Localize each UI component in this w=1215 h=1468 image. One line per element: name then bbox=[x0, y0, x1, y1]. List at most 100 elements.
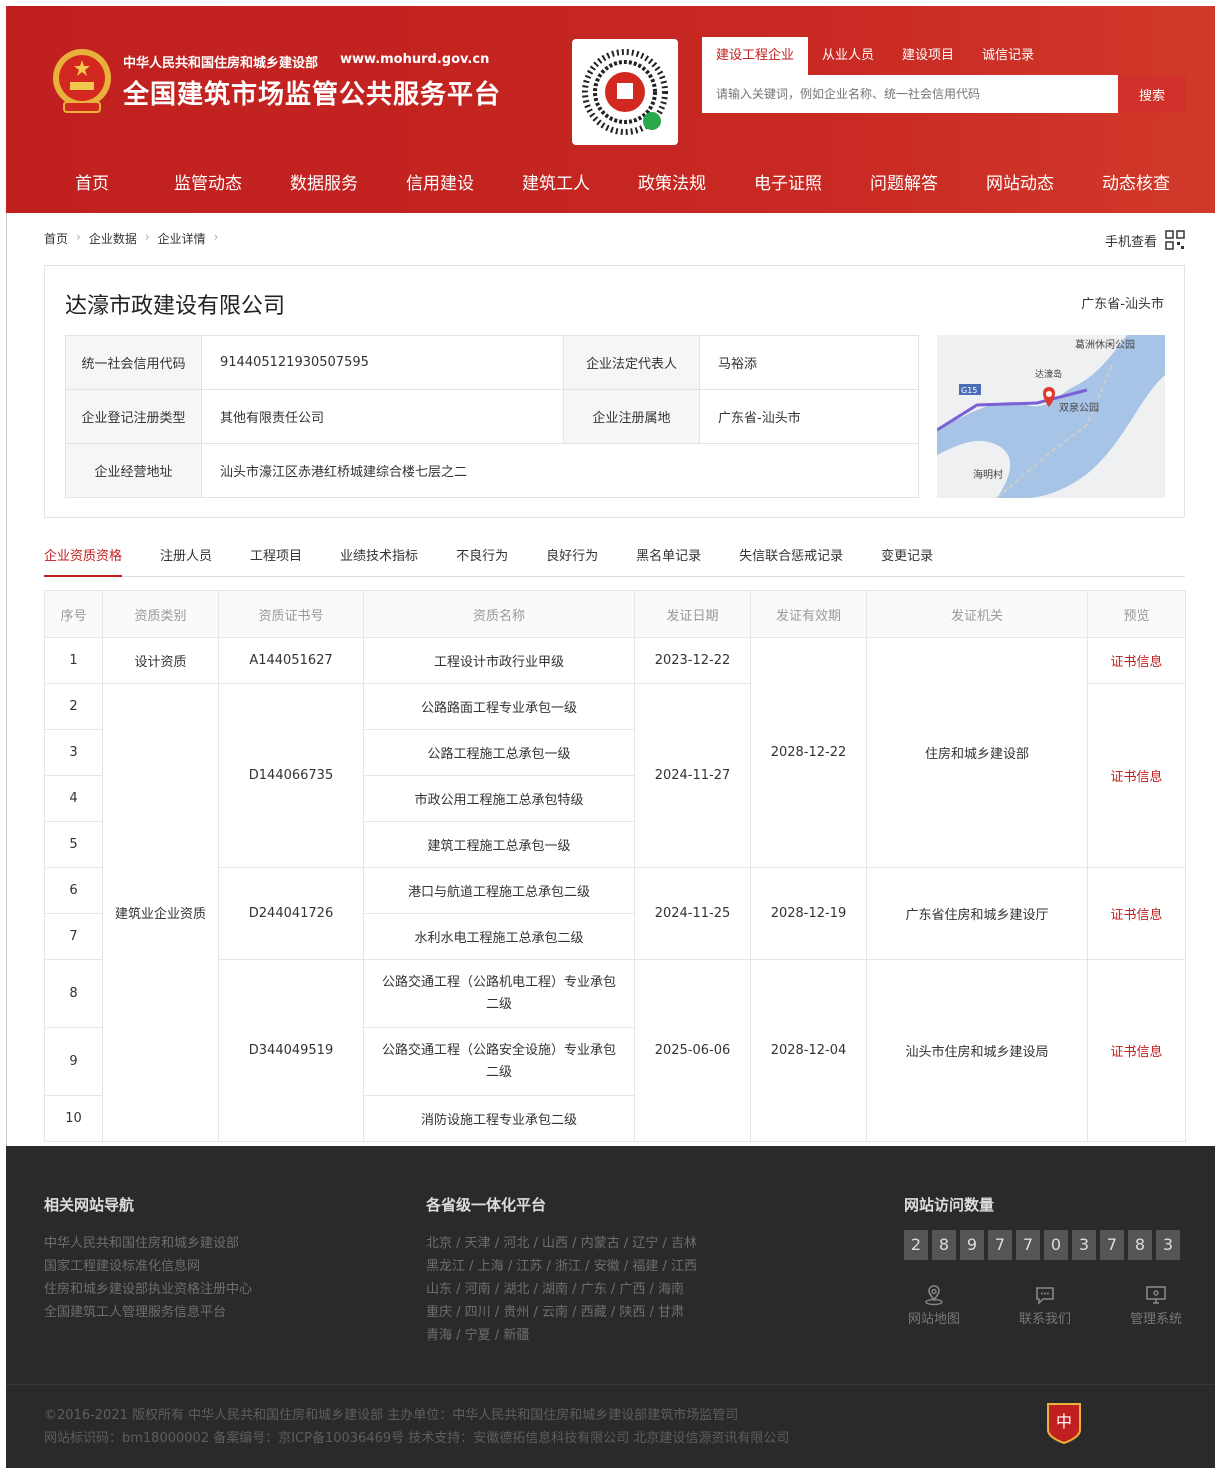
province-link[interactable]: 黑龙江 bbox=[426, 1259, 465, 1274]
province-link[interactable]: 海南 bbox=[658, 1282, 684, 1297]
footer-link[interactable]: 全国建筑工人管理服务信息平台 bbox=[44, 1301, 252, 1324]
qual-name: 公路路面工程专业承包一级 bbox=[363, 683, 635, 730]
province-link[interactable]: 浙江 bbox=[555, 1259, 581, 1274]
province-link[interactable]: 陕西 bbox=[619, 1305, 645, 1320]
col-index: 序号 bbox=[44, 590, 103, 638]
province-link[interactable]: 河北 bbox=[503, 1236, 529, 1251]
nav-e-license[interactable]: 电子证照 bbox=[730, 160, 846, 208]
cert-info-link[interactable]: 证书信息 bbox=[1087, 867, 1186, 960]
province-separator: / bbox=[581, 1259, 594, 1274]
admin-system-button[interactable]: 管理系统 bbox=[1126, 1282, 1186, 1327]
province-link[interactable]: 云南 bbox=[542, 1305, 568, 1320]
nav-supervision[interactable]: 监管动态 bbox=[150, 160, 266, 208]
province-link[interactable]: 吉林 bbox=[671, 1236, 697, 1251]
row-index: 5 bbox=[44, 821, 103, 868]
qual-name: 公路工程施工总承包一级 bbox=[363, 729, 635, 776]
row-index: 4 bbox=[44, 775, 103, 822]
cert-info-link[interactable]: 证书信息 bbox=[1087, 683, 1186, 868]
qual-name: 港口与航道工程施工总承包二级 bbox=[363, 867, 635, 914]
province-link[interactable]: 新疆 bbox=[503, 1328, 529, 1343]
qual-name: 市政公用工程施工总承包特级 bbox=[363, 775, 635, 822]
footer-nav-links: 中华人民共和国住房和城乡建设部 国家工程建设标准化信息网 住房和城乡建设部执业资… bbox=[44, 1232, 252, 1324]
province-link[interactable]: 河南 bbox=[465, 1282, 491, 1297]
tab-dishonesty[interactable]: 失信联合惩戒记录 bbox=[739, 540, 843, 577]
province-link[interactable]: 西藏 bbox=[581, 1305, 607, 1320]
location-map[interactable]: G15 葛洲休闲公园 达濠岛 双泉公园 海明村 bbox=[937, 335, 1165, 498]
tab-changes[interactable]: 变更记录 bbox=[881, 540, 933, 577]
chevron-right-icon: › bbox=[144, 230, 150, 244]
chevron-right-icon: › bbox=[213, 230, 219, 244]
province-link[interactable]: 青海 bbox=[426, 1328, 452, 1343]
province-link[interactable]: 福建 bbox=[632, 1259, 658, 1274]
tab-bad-behavior[interactable]: 不良行为 bbox=[456, 540, 508, 577]
province-link[interactable]: 四川 bbox=[465, 1305, 491, 1320]
issue-date: 2024-11-25 bbox=[634, 867, 751, 960]
cert-info-link[interactable]: 证书信息 bbox=[1087, 959, 1186, 1142]
province-link[interactable]: 湖北 bbox=[503, 1282, 529, 1297]
search-tab-credit[interactable]: 诚信记录 bbox=[968, 37, 1048, 75]
province-link[interactable]: 贵州 bbox=[503, 1305, 529, 1320]
chevron-right-icon: › bbox=[76, 230, 81, 244]
breadcrumb-enterprise-detail: 企业详情 bbox=[157, 232, 206, 246]
province-link[interactable]: 上海 bbox=[478, 1259, 504, 1274]
province-link[interactable]: 安徽 bbox=[594, 1259, 620, 1274]
valid-until: 2028-12-19 bbox=[750, 867, 867, 960]
government-badge-icon[interactable]: 中 bbox=[1046, 1402, 1082, 1444]
search-input[interactable] bbox=[702, 75, 1118, 113]
province-link[interactable]: 广东 bbox=[581, 1282, 607, 1297]
tab-performance[interactable]: 业绩技术指标 bbox=[340, 540, 418, 577]
qual-name: 消防设施工程专业承包二级 bbox=[363, 1095, 635, 1142]
footer-link[interactable]: 住房和城乡建设部执业资格注册中心 bbox=[44, 1278, 252, 1301]
col-issue-date: 发证日期 bbox=[634, 590, 751, 638]
footer-link[interactable]: 中华人民共和国住房和城乡建设部 bbox=[44, 1232, 252, 1255]
sitemap-button[interactable]: 网站地图 bbox=[904, 1282, 964, 1327]
nav-credit[interactable]: 信用建设 bbox=[382, 160, 498, 208]
province-link[interactable]: 山西 bbox=[542, 1236, 568, 1251]
visit-digit: 8 bbox=[1128, 1230, 1152, 1260]
province-link[interactable]: 山东 bbox=[426, 1282, 452, 1297]
col-qual-name: 资质名称 bbox=[363, 590, 635, 638]
tab-blacklist[interactable]: 黑名单记录 bbox=[636, 540, 701, 577]
tab-qualification[interactable]: 企业资质资格 bbox=[44, 540, 123, 577]
province-link[interactable]: 天津 bbox=[465, 1236, 491, 1251]
province-separator: / bbox=[490, 1328, 504, 1343]
footer-link[interactable]: 国家工程建设标准化信息网 bbox=[44, 1255, 252, 1278]
legal-rep-label: 企业法定代表人 bbox=[563, 335, 700, 390]
province-link[interactable]: 宁夏 bbox=[465, 1328, 491, 1343]
province-link[interactable]: 重庆 bbox=[426, 1305, 452, 1320]
breadcrumb-enterprise-data[interactable]: 企业数据 bbox=[89, 230, 137, 247]
cert-info-link[interactable]: 证书信息 bbox=[1087, 637, 1186, 684]
province-link[interactable]: 江西 bbox=[671, 1259, 697, 1274]
tab-good-behavior[interactable]: 良好行为 bbox=[546, 540, 598, 577]
province-link[interactable]: 广西 bbox=[619, 1282, 645, 1297]
nav-site-news[interactable]: 网站动态 bbox=[962, 160, 1078, 208]
monitor-icon bbox=[1146, 1286, 1166, 1304]
qualification-table: 序号 资质类别 资质证书号 资质名称 发证日期 发证有效期 发证机关 预览 1 … bbox=[44, 590, 1186, 1142]
tab-registered-staff[interactable]: 注册人员 bbox=[160, 540, 212, 577]
province-separator: / bbox=[606, 1305, 620, 1320]
search-tab-enterprise[interactable]: 建设工程企业 bbox=[702, 37, 809, 75]
province-link[interactable]: 北京 bbox=[426, 1236, 452, 1251]
province-link[interactable]: 甘肃 bbox=[658, 1305, 684, 1320]
valid-until: 2028-12-04 bbox=[750, 959, 867, 1142]
search-tab-personnel[interactable]: 从业人员 bbox=[808, 37, 888, 75]
breadcrumb-home[interactable]: 首页 bbox=[44, 230, 68, 247]
contact-button[interactable]: 联系我们 bbox=[1015, 1282, 1075, 1327]
mobile-view-button[interactable]: 手机查看 bbox=[1105, 230, 1185, 250]
province-link[interactable]: 江苏 bbox=[516, 1259, 542, 1274]
nav-dynamic-check[interactable]: 动态核查 bbox=[1078, 160, 1194, 208]
nav-data[interactable]: 数据服务 bbox=[266, 160, 382, 208]
ministry-url[interactable]: www.mohurd.gov.cn bbox=[340, 52, 489, 67]
nav-faq[interactable]: 问题解答 bbox=[846, 160, 962, 208]
province-link[interactable]: 辽宁 bbox=[632, 1236, 658, 1251]
nav-home[interactable]: 首页 bbox=[34, 160, 150, 208]
province-link[interactable]: 内蒙古 bbox=[581, 1236, 620, 1251]
legal-rep-value: 马裕添 bbox=[699, 335, 919, 390]
nav-policy[interactable]: 政策法规 bbox=[614, 160, 730, 208]
search-tab-projects[interactable]: 建设项目 bbox=[888, 37, 968, 75]
search-button[interactable]: 搜索 bbox=[1118, 75, 1186, 113]
province-link[interactable]: 湖南 bbox=[542, 1282, 568, 1297]
tab-projects[interactable]: 工程项目 bbox=[250, 540, 302, 577]
nav-workers[interactable]: 建筑工人 bbox=[498, 160, 614, 208]
province-row: 重庆 / 四川 / 贵州 / 云南 / 西藏 / 陕西 / 甘肃 bbox=[426, 1301, 736, 1324]
